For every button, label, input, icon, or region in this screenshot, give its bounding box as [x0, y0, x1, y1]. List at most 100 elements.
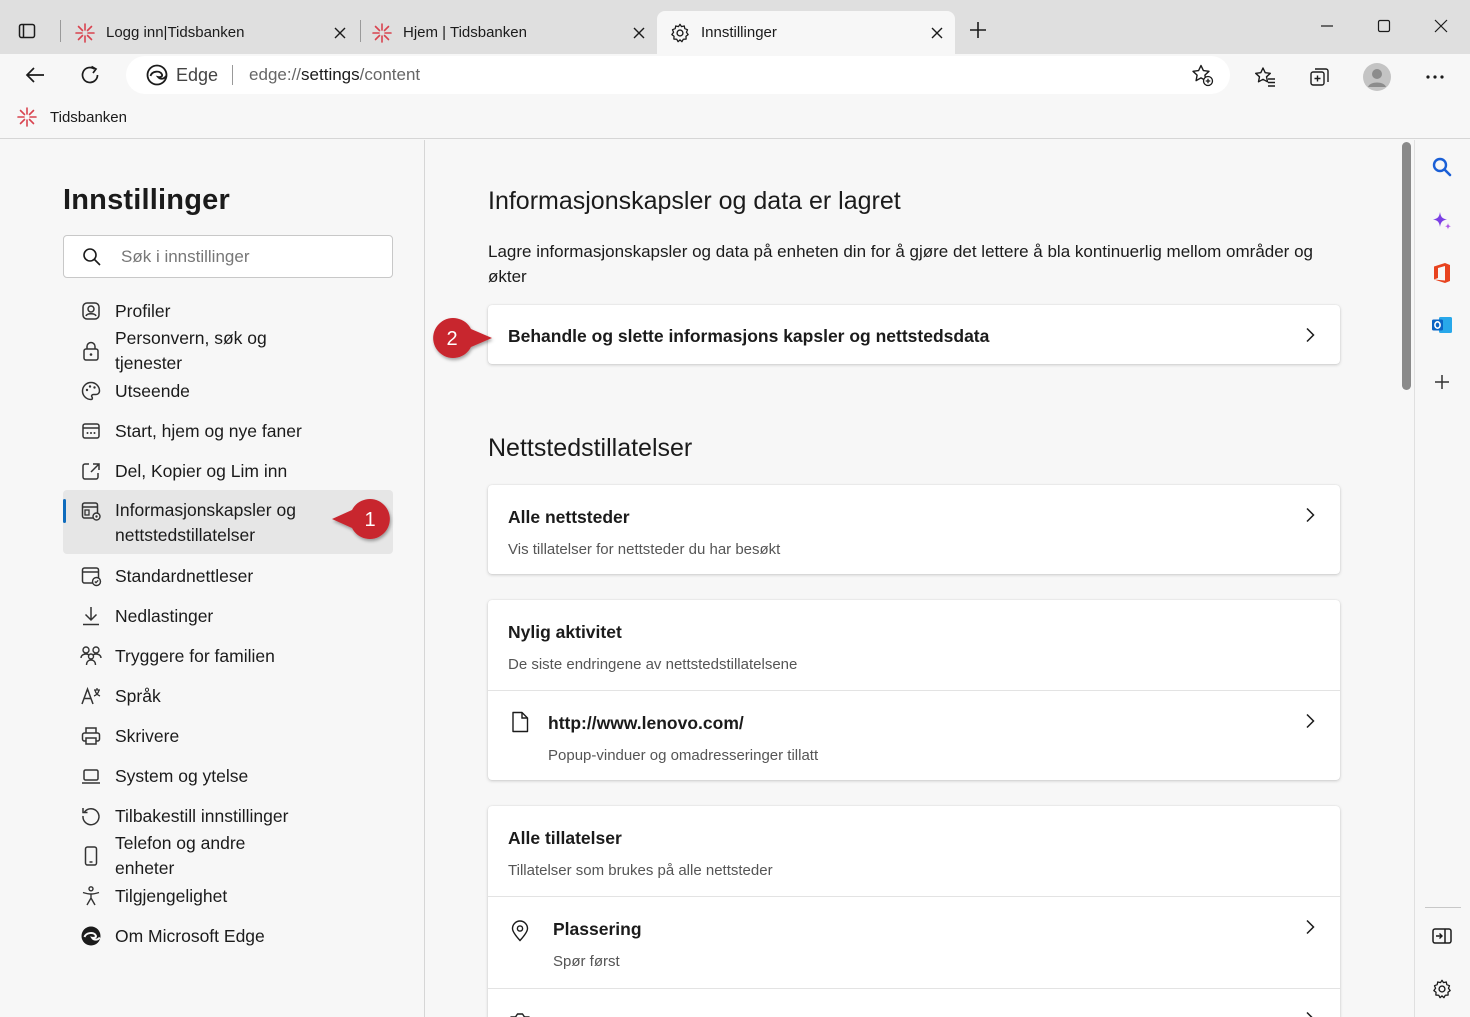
printer-icon — [79, 724, 103, 748]
minimize-icon — [1321, 25, 1333, 27]
refresh-button[interactable] — [73, 58, 107, 92]
sidebar-item-label: Informasjonskapsler og nettstedstillatel… — [115, 500, 296, 545]
minimize-button[interactable] — [1312, 12, 1342, 40]
family-icon — [79, 644, 103, 668]
sidebar-item-tilgjengelighet[interactable]: Tilgjengelighet — [63, 876, 393, 916]
url-path: /content — [359, 65, 421, 84]
back-button[interactable] — [18, 58, 52, 92]
profile-button[interactable] — [1360, 60, 1394, 94]
phone-icon — [79, 844, 103, 868]
close-icon — [1434, 19, 1448, 33]
sidebar-office-button[interactable] — [1427, 258, 1457, 288]
gear-icon — [671, 23, 689, 42]
recent-activity-subtitle: De siste endringene av nettstedstillatel… — [508, 656, 798, 673]
favorite-tidsbanken[interactable]: Tidsbanken — [16, 106, 127, 128]
more-options-button[interactable] — [1418, 60, 1452, 94]
window-close-button[interactable] — [1426, 12, 1456, 40]
sidebar-item-nedlastinger[interactable]: Nedlastinger — [63, 596, 393, 636]
all-permissions-title: Alle tillatelser — [508, 828, 622, 848]
sidebar-item-label: Skrivere — [115, 725, 180, 746]
edge-logo-icon — [79, 924, 103, 948]
site-name: Edge — [176, 64, 219, 85]
sidebar-item-om-edge[interactable]: Om Microsoft Edge — [63, 916, 393, 956]
address-bar[interactable]: Edge edge://settings/content — [126, 56, 1230, 94]
all-permissions-header: Alle tillatelser Tillatelser som brukes … — [488, 806, 1340, 896]
sidebar-item-familien[interactable]: Tryggere for familien — [63, 636, 393, 676]
collections-button[interactable] — [1303, 60, 1337, 94]
sidebar-item-label: Profiler — [115, 300, 171, 321]
office-icon — [1434, 263, 1450, 283]
cookies-section-description: Lagre informasjonskapsler og data på enh… — [488, 242, 1313, 286]
file-icon — [508, 710, 532, 734]
sidebar-outlook-button[interactable] — [1427, 310, 1457, 340]
close-icon — [334, 27, 346, 39]
settings-search-input[interactable] — [121, 246, 371, 267]
chevron-right-icon — [1300, 505, 1320, 525]
settings-content: Informasjonskapsler og data er lagret La… — [426, 140, 1400, 1017]
permission-location-row[interactable]: Plassering Spør først — [488, 896, 1340, 988]
maximize-button[interactable] — [1369, 12, 1399, 40]
sidebar-title: Innstillinger — [63, 184, 230, 216]
scrollbar-thumb[interactable] — [1402, 142, 1411, 390]
tab-actions-button[interactable] — [12, 16, 42, 46]
camera-icon — [508, 1009, 532, 1017]
sidebar-copilot-button[interactable] — [1427, 206, 1457, 236]
sparkle-icon — [1433, 212, 1451, 230]
tab-hjem[interactable]: Hjem | Tidsbanken — [369, 11, 657, 54]
sidebar-item-label: Utseende — [115, 380, 190, 401]
sidebar-item-start[interactable]: Start, hjem og nye faner — [63, 411, 393, 451]
tab-separator — [360, 20, 361, 42]
download-icon — [79, 604, 103, 628]
sidebar-item-del-kopier[interactable]: Del, Kopier og Lim inn — [63, 451, 393, 491]
recent-site-url: http://www.lenovo.com/ — [548, 713, 744, 733]
manage-cookies-card[interactable]: Behandle og slette informasjons kapsler … — [488, 305, 1340, 364]
sidebar-item-label: Tilbakestill innstillinger — [115, 805, 289, 826]
accessibility-icon — [79, 884, 103, 908]
favorites-button[interactable] — [1248, 60, 1282, 94]
tab-close-button[interactable] — [927, 23, 947, 43]
cookies-site-icon — [79, 499, 103, 523]
content-scrollbar[interactable] — [1400, 140, 1414, 1017]
settings-search-box[interactable] — [63, 235, 393, 278]
tab-strip: Logg inn|Tidsbanken Hjem | Tidsbanken In… — [0, 0, 1470, 54]
sidebar-search-button[interactable] — [1427, 152, 1457, 182]
sidebar-item-sprak[interactable]: Språk — [63, 676, 393, 716]
sidebar-item-label: Tryggere for familien — [115, 645, 275, 666]
all-sites-card[interactable]: Alle nettsteder Vis tillatelser for nett… — [488, 485, 1340, 574]
star-add-icon — [1192, 64, 1214, 87]
tab-close-button[interactable] — [330, 23, 350, 43]
tab-logg-inn[interactable]: Logg inn|Tidsbanken — [70, 11, 358, 54]
sidebar-item-profiler[interactable]: Profiler — [63, 291, 393, 331]
sidebar-item-tilbakestill[interactable]: Tilbakestill innstillinger — [63, 796, 393, 836]
recent-activity-entry[interactable]: http://www.lenovo.com/ Popup-vinduer og … — [488, 690, 1340, 779]
sidebar-item-telefon[interactable]: Telefon og andre enheter — [63, 833, 393, 878]
hide-sidebar-button[interactable] — [1427, 921, 1457, 951]
sidebar-settings-button[interactable] — [1427, 974, 1457, 1004]
recent-activity-card: Nylig aktivitet De siste endringene av n… — [488, 600, 1340, 780]
sidebar-item-label: System og ytelse — [115, 765, 249, 786]
cookies-section-title: Informasjonskapsler og data er lagret — [488, 187, 901, 215]
gear-icon — [1433, 979, 1451, 999]
sidebar-item-skrivere[interactable]: Skrivere — [63, 716, 393, 756]
tab-separator — [60, 20, 61, 42]
sidebar-item-personvern[interactable]: Personvern, søk og tjenester — [63, 328, 393, 373]
callout-1-label: 1 — [364, 509, 375, 531]
add-favorite-button[interactable] — [1188, 61, 1216, 89]
edge-logo-icon — [146, 64, 168, 86]
permission-location-sub: Spør først — [553, 953, 620, 970]
tab-innstillinger[interactable]: Innstillinger — [657, 11, 955, 54]
sidebar-item-utseende[interactable]: Utseende — [63, 371, 393, 411]
manage-cookies-row[interactable]: Behandle og slette informasjons kapsler … — [488, 305, 1340, 364]
sidebar-item-standardnettleser[interactable]: Standardnettleser — [63, 556, 393, 596]
all-sites-subtitle: Vis tillatelser for nettsteder du har be… — [508, 541, 781, 558]
tab-close-button[interactable] — [629, 23, 649, 43]
all-sites-row[interactable]: Alle nettsteder Vis tillatelser for nett… — [488, 485, 1340, 574]
more-icon — [1426, 75, 1444, 79]
profile-icon — [79, 299, 103, 323]
new-tab-button[interactable] — [964, 16, 992, 44]
site-identity[interactable]: Edge — [146, 64, 218, 86]
sidebar-add-button[interactable] — [1427, 367, 1457, 397]
tidsbanken-favicon-icon — [372, 22, 392, 43]
sidebar-item-system[interactable]: System og ytelse — [63, 756, 393, 796]
permission-camera-row[interactable] — [488, 988, 1340, 1017]
